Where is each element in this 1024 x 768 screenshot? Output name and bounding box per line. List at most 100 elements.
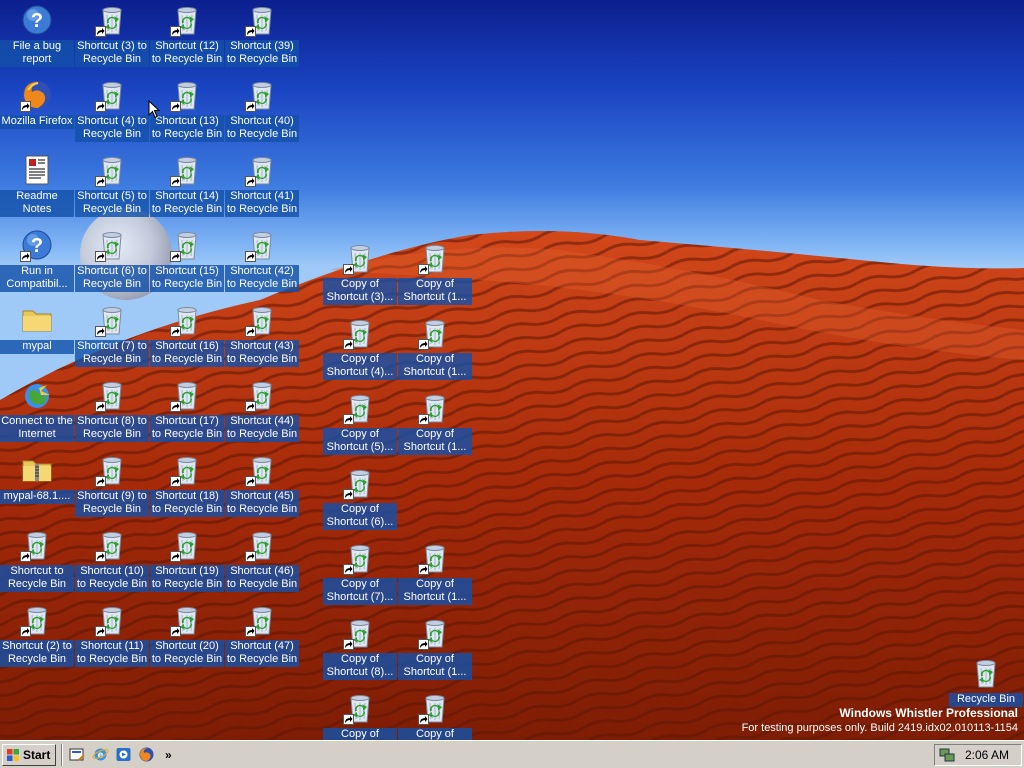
desktop-icon-label: Copy of Shortcut (6)...	[323, 503, 397, 530]
shortcut-arrow-icon	[245, 476, 256, 487]
desktop-icon-shortcut-47-to-recycle-bin[interactable]: Shortcut (47) to Recycle Bin	[225, 601, 299, 674]
recycle-bin-icon	[343, 466, 377, 500]
desktop-icon-shortcut-46-to-recycle-bin[interactable]: Shortcut (46) to Recycle Bin	[225, 526, 299, 599]
desktop-icon-shortcut-44-to-recycle-bin[interactable]: Shortcut (44) to Recycle Bin	[225, 376, 299, 449]
desktop-icon-shortcut-43-to-recycle-bin[interactable]: Shortcut (43) to Recycle Bin	[225, 301, 299, 374]
desktop-icon-shortcut-2-to-recycle-bin[interactable]: Shortcut (2) to Recycle Bin	[0, 601, 74, 674]
desktop-icon-copy-of-shortcut-1[interactable]: Copy of Shortcut (1...	[398, 389, 472, 462]
shortcut-arrow-icon	[170, 551, 181, 562]
recycle-bin-icon	[20, 603, 54, 637]
desktop-icon-mozilla-firefox[interactable]: Mozilla Firefox	[0, 76, 74, 149]
desktop-icon-label: Copy of Shortcut (1...	[398, 428, 472, 455]
desktop-icon-shortcut-7-to-recycle-bin[interactable]: Shortcut (7) to Recycle Bin	[75, 301, 149, 374]
shortcut-arrow-icon	[95, 476, 106, 487]
desktop-icon-label: Copy of Shortcut (1...	[398, 653, 472, 680]
desktop-icon-copy-of-shortcut-5[interactable]: Copy of Shortcut (5)...	[323, 389, 397, 462]
shortcut-arrow-icon	[170, 401, 181, 412]
desktop-icon-label: Shortcut (6) to Recycle Bin	[75, 265, 149, 292]
desktop-icon-shortcut-13-to-recycle-bin[interactable]: Shortcut (13) to Recycle Bin	[150, 76, 224, 149]
desktop-icon-label: mypal-68.1....	[0, 490, 74, 504]
desktop-icon-shortcut-41-to-recycle-bin[interactable]: Shortcut (41) to Recycle Bin	[225, 151, 299, 224]
recycle-bin-icon	[418, 541, 452, 575]
start-button[interactable]: Start	[2, 743, 56, 766]
desktop-icon-copy-of-shortcut-4[interactable]: Copy of Shortcut (4)...	[323, 314, 397, 387]
desktop-icon-shortcut-45-to-recycle-bin[interactable]: Shortcut (45) to Recycle Bin	[225, 451, 299, 524]
shortcut-arrow-icon	[95, 176, 106, 187]
desktop-icon-run-in-compatibil[interactable]: ? Run in Compatibil...	[0, 226, 74, 299]
desktop-icon-label: Shortcut (39) to Recycle Bin	[225, 40, 299, 67]
shortcut-arrow-icon	[418, 264, 429, 275]
desktop-icon-copy-of[interactable]: Copy of	[398, 689, 472, 740]
recycle-bin-icon	[245, 303, 279, 337]
desktop-icon-shortcut-12-to-recycle-bin[interactable]: Shortcut (12) to Recycle Bin	[150, 1, 224, 74]
taskbar: Start e » 2:06 AM	[0, 740, 1024, 768]
shortcut-arrow-icon	[245, 101, 256, 112]
shortcut-arrow-icon	[343, 414, 354, 425]
system-tray: 2:06 AM	[934, 744, 1022, 766]
desktop[interactable]: ? File a bug report Mozilla Firefox Readme …	[0, 0, 1024, 740]
internet-explorer-icon[interactable]: e	[92, 746, 109, 763]
desktop-icon-shortcut-15-to-recycle-bin[interactable]: Shortcut (15) to Recycle Bin	[150, 226, 224, 299]
shortcut-arrow-icon	[20, 551, 31, 562]
desktop-icon-label: Shortcut (8) to Recycle Bin	[75, 415, 149, 442]
shortcut-arrow-icon	[20, 626, 31, 637]
desktop-icon-mypal[interactable]: mypal	[0, 301, 74, 374]
desktop-icon-shortcut-40-to-recycle-bin[interactable]: Shortcut (40) to Recycle Bin	[225, 76, 299, 149]
shortcut-arrow-icon	[170, 476, 181, 487]
desktop-icon-shortcut-19-to-recycle-bin[interactable]: Shortcut (19) to Recycle Bin	[150, 526, 224, 599]
desktop-icon-shortcut-18-to-recycle-bin[interactable]: Shortcut (18) to Recycle Bin	[150, 451, 224, 524]
desktop-icon-copy-of-shortcut-1[interactable]: Copy of Shortcut (1...	[398, 239, 472, 312]
desktop-icon-label: Shortcut (19) to Recycle Bin	[150, 565, 224, 592]
desktop-icon-readme-notes[interactable]: Readme Notes	[0, 151, 74, 224]
desktop-icon-shortcut-11-to-recycle-bin[interactable]: Shortcut (11) to Recycle Bin	[75, 601, 149, 674]
desktop-icon-shortcut-5-to-recycle-bin[interactable]: Shortcut (5) to Recycle Bin	[75, 151, 149, 224]
document-icon	[20, 153, 54, 187]
desktop-icon-shortcut-6-to-recycle-bin[interactable]: Shortcut (6) to Recycle Bin	[75, 226, 149, 299]
start-label: Start	[23, 747, 51, 762]
recycle-bin-icon	[95, 453, 129, 487]
firefox-icon[interactable]	[138, 746, 155, 763]
desktop-icon-shortcut-8-to-recycle-bin[interactable]: Shortcut (8) to Recycle Bin	[75, 376, 149, 449]
desktop-icon-label: Copy of	[323, 728, 397, 740]
quick-launch: e »	[69, 746, 172, 763]
desktop-icon-copy-of-shortcut-1[interactable]: Copy of Shortcut (1...	[398, 614, 472, 687]
shortcut-arrow-icon	[95, 101, 106, 112]
taskbar-separator	[61, 743, 63, 766]
svg-text:?: ?	[31, 235, 43, 257]
desktop-icon-copy-of-shortcut-8[interactable]: Copy of Shortcut (8)...	[323, 614, 397, 687]
shortcut-arrow-icon	[170, 101, 181, 112]
desktop-icon-copy-of-shortcut-7[interactable]: Copy of Shortcut (7)...	[323, 539, 397, 612]
shortcut-arrow-icon	[245, 251, 256, 262]
desktop-icon-shortcut-39-to-recycle-bin[interactable]: Shortcut (39) to Recycle Bin	[225, 1, 299, 74]
desktop-icon-shortcut-20-to-recycle-bin[interactable]: Shortcut (20) to Recycle Bin	[150, 601, 224, 674]
show-desktop-icon[interactable]	[69, 746, 86, 763]
network-icon[interactable]	[939, 747, 955, 763]
desktop-icon-shortcut-9-to-recycle-bin[interactable]: Shortcut (9) to Recycle Bin	[75, 451, 149, 524]
desktop-icon-copy-of-shortcut-6[interactable]: Copy of Shortcut (6)...	[323, 464, 397, 537]
desktop-icon-copy-of-shortcut-3[interactable]: Copy of Shortcut (3)...	[323, 239, 397, 312]
desktop-icon-shortcut-10-to-recycle-bin[interactable]: Shortcut (10) to Recycle Bin	[75, 526, 149, 599]
desktop-icon-copy-of[interactable]: Copy of	[323, 689, 397, 740]
recycle-bin-icon	[170, 378, 204, 412]
recycle-bin-icon	[245, 228, 279, 262]
desktop-icon-shortcut-17-to-recycle-bin[interactable]: Shortcut (17) to Recycle Bin	[150, 376, 224, 449]
desktop-icon-shortcut-16-to-recycle-bin[interactable]: Shortcut (16) to Recycle Bin	[150, 301, 224, 374]
desktop-icon-file-a-bug-report[interactable]: ? File a bug report	[0, 1, 74, 74]
clock[interactable]: 2:06 AM	[965, 748, 1009, 762]
desktop-icon-label: Shortcut (12) to Recycle Bin	[150, 40, 224, 67]
desktop-icon-shortcut-to-recycle-bin[interactable]: Shortcut to Recycle Bin	[0, 526, 74, 599]
desktop-icon-copy-of-shortcut-1[interactable]: Copy of Shortcut (1...	[398, 314, 472, 387]
desktop-icon-mypal-68-1[interactable]: mypal-68.1....	[0, 451, 74, 524]
desktop-icon-shortcut-42-to-recycle-bin[interactable]: Shortcut (42) to Recycle Bin	[225, 226, 299, 299]
desktop-icon-shortcut-3-to-recycle-bin[interactable]: Shortcut (3) to Recycle Bin	[75, 1, 149, 74]
desktop-icon-connect-to-the-internet[interactable]: Connect to the Internet	[0, 376, 74, 449]
mouse-cursor-icon	[148, 100, 160, 119]
desktop-icon-copy-of-shortcut-1[interactable]: Copy of Shortcut (1...	[398, 539, 472, 612]
desktop-icon-shortcut-14-to-recycle-bin[interactable]: Shortcut (14) to Recycle Bin	[150, 151, 224, 224]
recycle-bin-icon	[343, 316, 377, 350]
desktop-icon-label: mypal	[0, 340, 74, 354]
shortcut-arrow-icon	[245, 26, 256, 37]
desktop-icon-shortcut-4-to-recycle-bin[interactable]: Shortcut (4) to Recycle Bin	[75, 76, 149, 149]
quick-launch-more[interactable]: »	[165, 748, 172, 762]
windows-media-player-icon[interactable]	[115, 746, 132, 763]
